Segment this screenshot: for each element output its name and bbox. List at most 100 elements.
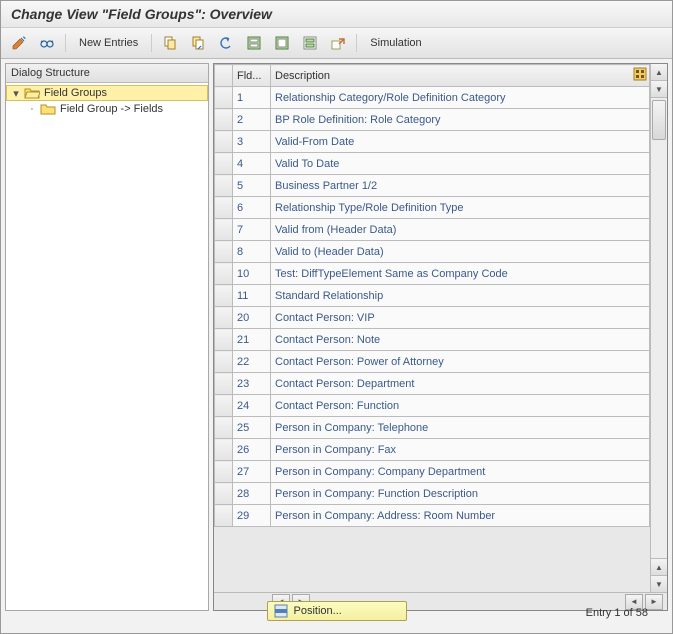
scroll-track[interactable] [651,98,667,558]
table-row[interactable]: 24Contact Person: Function [215,395,650,417]
cell-fld[interactable]: 10 [233,263,271,285]
cell-fld[interactable]: 26 [233,439,271,461]
row-selector[interactable] [215,351,233,373]
column-header-description[interactable]: Description [271,65,650,87]
table-row[interactable]: 22Contact Person: Power of Attorney [215,351,650,373]
cell-fld[interactable]: 8 [233,241,271,263]
cell-fld[interactable]: 25 [233,417,271,439]
table-row[interactable]: 29Person in Company: Address: Room Numbe… [215,505,650,527]
cell-fld[interactable]: 3 [233,131,271,153]
table-row[interactable]: 7Valid from (Header Data) [215,219,650,241]
table-row[interactable]: 2BP Role Definition: Role Category [215,109,650,131]
cell-description[interactable]: Valid to (Header Data) [271,241,650,263]
row-selector[interactable] [215,197,233,219]
row-selector[interactable] [215,461,233,483]
copy-button[interactable] [158,32,182,54]
row-selector[interactable] [215,131,233,153]
table-row[interactable]: 10Test: DiffTypeElement Same as Company … [215,263,650,285]
table-row[interactable]: 11Standard Relationship [215,285,650,307]
table-settings-icon[interactable] [633,67,647,84]
row-selector-header[interactable] [215,65,233,87]
cell-description[interactable]: Relationship Category/Role Definition Ca… [271,87,650,109]
row-selector[interactable] [215,483,233,505]
row-selector[interactable] [215,285,233,307]
row-selector[interactable] [215,241,233,263]
row-selector[interactable] [215,373,233,395]
cell-fld[interactable]: 29 [233,505,271,527]
scroll-page-down-button[interactable]: ▲ [651,558,667,575]
select-all-button[interactable] [242,32,266,54]
cell-description[interactable]: BP Role Definition: Role Category [271,109,650,131]
cell-description[interactable]: Valid-From Date [271,131,650,153]
tree-item-field-group-fields[interactable]: · Field Group -> Fields [6,101,208,117]
cell-description[interactable]: Valid from (Header Data) [271,219,650,241]
cell-fld[interactable]: 5 [233,175,271,197]
cell-description[interactable]: Contact Person: Note [271,329,650,351]
cell-fld[interactable]: 11 [233,285,271,307]
cell-description[interactable]: Person in Company: Telephone [271,417,650,439]
row-selector[interactable] [215,417,233,439]
row-selector[interactable] [215,329,233,351]
table-row[interactable]: 21Contact Person: Note [215,329,650,351]
tree-item-field-groups[interactable]: ▾ Field Groups [6,85,208,101]
cell-fld[interactable]: 23 [233,373,271,395]
cell-description[interactable]: Test: DiffTypeElement Same as Company Co… [271,263,650,285]
row-selector[interactable] [215,219,233,241]
cell-fld[interactable]: 24 [233,395,271,417]
table-row[interactable]: 3Valid-From Date [215,131,650,153]
cell-fld[interactable]: 6 [233,197,271,219]
table-row[interactable]: 23Contact Person: Department [215,373,650,395]
table-row[interactable]: 27Person in Company: Company Department [215,461,650,483]
expander-icon[interactable]: ▾ [10,87,22,100]
table-row[interactable]: 25Person in Company: Telephone [215,417,650,439]
select-block-button[interactable] [270,32,294,54]
cell-fld[interactable]: 2 [233,109,271,131]
row-selector[interactable] [215,175,233,197]
row-selector[interactable] [215,439,233,461]
scroll-up-button[interactable]: ▲ [651,64,667,81]
cell-fld[interactable]: 21 [233,329,271,351]
cell-description[interactable]: Contact Person: Power of Attorney [271,351,650,373]
cell-fld[interactable]: 7 [233,219,271,241]
cell-description[interactable]: Contact Person: Department [271,373,650,395]
position-button[interactable]: Position... [267,601,407,621]
display-button[interactable] [35,32,59,54]
table-row[interactable]: 8Valid to (Header Data) [215,241,650,263]
row-selector[interactable] [215,263,233,285]
cell-description[interactable]: Business Partner 1/2 [271,175,650,197]
new-entries-button[interactable]: New Entries [72,32,145,54]
cell-description[interactable]: Person in Company: Company Department [271,461,650,483]
cell-fld[interactable]: 28 [233,483,271,505]
scroll-page-up-button[interactable]: ▼ [651,81,667,98]
undo-button[interactable] [214,32,238,54]
scroll-down-button[interactable]: ▼ [651,575,667,592]
cell-description[interactable]: Relationship Type/Role Definition Type [271,197,650,219]
export-button[interactable] [326,32,350,54]
table-row[interactable]: 5Business Partner 1/2 [215,175,650,197]
cell-description[interactable]: Contact Person: Function [271,395,650,417]
cell-fld[interactable]: 20 [233,307,271,329]
cell-description[interactable]: Person in Company: Fax [271,439,650,461]
cell-description[interactable]: Standard Relationship [271,285,650,307]
table-row[interactable]: 28Person in Company: Function Descriptio… [215,483,650,505]
table-row[interactable]: 26Person in Company: Fax [215,439,650,461]
cell-description[interactable]: Valid To Date [271,153,650,175]
table-row[interactable]: 4Valid To Date [215,153,650,175]
deselect-button[interactable] [298,32,322,54]
table-row[interactable]: 20Contact Person: VIP [215,307,650,329]
vertical-scrollbar[interactable]: ▲ ▼ ▲ ▼ [650,64,667,592]
scroll-thumb[interactable] [652,100,666,140]
table-row[interactable]: 6Relationship Type/Role Definition Type [215,197,650,219]
row-selector[interactable] [215,87,233,109]
toggle-button[interactable] [7,32,31,54]
cell-fld[interactable]: 4 [233,153,271,175]
row-selector[interactable] [215,307,233,329]
cell-description[interactable]: Person in Company: Address: Room Number [271,505,650,527]
row-selector[interactable] [215,153,233,175]
cell-fld[interactable]: 1 [233,87,271,109]
cell-description[interactable]: Contact Person: VIP [271,307,650,329]
cell-fld[interactable]: 22 [233,351,271,373]
paste-button[interactable] [186,32,210,54]
table-row[interactable]: 1Relationship Category/Role Definition C… [215,87,650,109]
row-selector[interactable] [215,395,233,417]
